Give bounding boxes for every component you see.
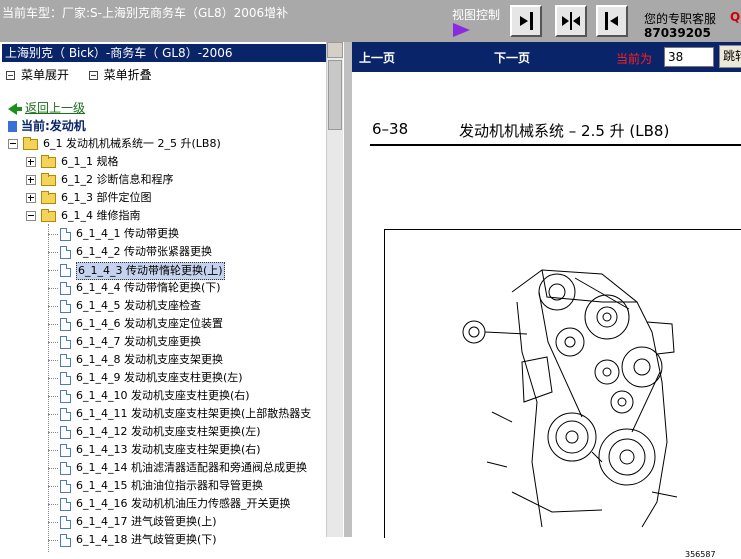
tree-item-label[interactable]: 6_1_4 维修指南 <box>61 208 141 224</box>
page-icon <box>60 498 71 511</box>
figure-number: 356587 <box>685 550 716 559</box>
tree-item-label[interactable]: 6_1_4_12 发动机支座支柱架更换(左) <box>76 424 261 440</box>
tree-item-label[interactable]: 6_1_4_18 进气歧管更换(下) <box>76 532 217 548</box>
folder-icon <box>41 191 56 204</box>
expand-toggle-icon[interactable] <box>26 157 36 167</box>
folder-open-icon <box>23 137 38 150</box>
page-icon <box>60 264 71 277</box>
tree-item-label[interactable]: 6_1_3 部件定位图 <box>61 190 152 206</box>
tree-item-label[interactable]: 6_1_4_13 发动机支座支柱架更换(右) <box>76 442 261 458</box>
support-label: 您的专职客服 <box>644 12 717 26</box>
tree-item-label[interactable]: 6_1_2 诊断信息和程序 <box>61 172 174 188</box>
engine-belt-illustration <box>462 269 678 528</box>
vehicle-label: 当前车型：厂家:S-上海别克商务车（GL8）2006增补 <box>2 6 289 20</box>
support-mark[interactable]: Q <box>730 10 740 24</box>
support-phone: 87039205 <box>644 26 711 40</box>
tree-connector <box>48 224 49 552</box>
tree-item-label[interactable]: 6_1_1 规格 <box>61 154 119 170</box>
collapse-left-button[interactable] <box>596 5 628 37</box>
page-icon <box>60 282 71 295</box>
page-icon <box>60 354 71 367</box>
tree-item-label[interactable]: 6_1_4_15 机油油位指示器和导管更换 <box>76 478 263 494</box>
folder-icon <box>41 155 56 168</box>
collapse-toggle-icon[interactable] <box>26 211 36 221</box>
page-icon <box>60 390 71 403</box>
tree-item-label[interactable]: 6_1_4_8 发动机支座支架更换 <box>76 352 223 368</box>
pane-divider[interactable] <box>344 42 352 537</box>
page-icon <box>60 444 71 457</box>
view-control-arrow-icon[interactable] <box>453 23 470 37</box>
expand-right-icon <box>520 12 533 30</box>
page-icon <box>60 462 71 475</box>
tree-item-label[interactable]: 6_1_4_1 传动带更换 <box>76 226 179 242</box>
tree-item-label[interactable]: 6_1_4_4 传动带惰轮更换(下) <box>76 280 221 296</box>
jump-button[interactable]: 跳转 <box>719 45 741 68</box>
folder-icon <box>41 173 56 186</box>
page-icon <box>60 246 71 259</box>
tree-item-label[interactable]: 6_1_4_6 发动机支座定位装置 <box>76 316 223 332</box>
page-icon <box>60 408 71 421</box>
tree-item-label[interactable]: 6_1_4_7 发动机支座更换 <box>76 334 201 350</box>
page-title: 发动机机械系统 – 2.5 升 (LB8) <box>459 122 670 140</box>
view-control-label: 视图控制 <box>452 8 501 22</box>
page-icon <box>60 516 71 529</box>
page-icon <box>60 318 71 331</box>
page-icon <box>60 336 71 349</box>
next-page-button[interactable]: 下一页 <box>494 49 530 66</box>
folder-open-icon <box>41 209 56 222</box>
page-icon <box>60 372 71 385</box>
scroll-up-button[interactable] <box>327 42 343 58</box>
page-icon <box>60 300 71 313</box>
tree-item-label[interactable]: 6_1_4_2 传动带张紧器更换 <box>76 244 212 260</box>
split-view-button[interactable] <box>555 5 587 37</box>
tree-item-label[interactable]: 6_1_4_17 进气歧管更换(上) <box>76 514 217 530</box>
tree-item-label[interactable]: 6_1_4_5 发动机支座检查 <box>76 298 201 314</box>
page-icon <box>60 480 71 493</box>
page-nav-bar: 上一页 下一页 当前为 跳转 <box>352 42 741 72</box>
split-view-icon <box>562 12 580 30</box>
tree-item-label[interactable]: 6_1_4_10 发动机支座支柱更换(右) <box>76 388 250 404</box>
scroll-thumb[interactable] <box>328 60 342 130</box>
title-rule <box>370 144 741 146</box>
prev-page-button[interactable]: 上一页 <box>359 49 395 66</box>
expand-toggle-icon[interactable] <box>26 193 36 203</box>
tree-item-label[interactable]: 6_1_4_16 发动机机油压力传感器_开关更换 <box>76 496 291 512</box>
expand-toggle-icon[interactable] <box>26 175 36 185</box>
sidebar: 上海别克（ Bick）-商务车（ GL8）-2006 菜单展开 菜单折叠 返回上… <box>0 42 345 552</box>
manual-page: 6–38 发动机机械系统 – 2.5 升 (LB8) 356587 <box>352 72 741 559</box>
page-number: 6–38 <box>372 120 409 138</box>
sidebar-scrollbar[interactable] <box>326 42 343 537</box>
document-viewer: 上一页 下一页 当前为 跳转 6–38 发动机机械系统 – 2.5 升 (LB8… <box>352 42 741 559</box>
tree-item-label[interactable]: 6_1 发动机机械系统一 2_5 升(LB8) <box>43 136 221 152</box>
page-icon <box>60 228 71 241</box>
page-icon <box>60 426 71 439</box>
page-icon <box>60 534 71 547</box>
tree-item-label[interactable]: 6_1_4_9 发动机支座支柱更换(左) <box>76 370 243 386</box>
top-bar: 当前车型：厂家:S-上海别克商务车（GL8）2006增补 视图控制 您的专职客服… <box>0 0 741 42</box>
tree-item-label[interactable]: 6_1_4_14 机油滤清器适配器和旁通阀总成更换 <box>76 460 307 476</box>
expand-right-button[interactable] <box>510 5 542 37</box>
tree-view: 6_1 发动机机械系统一 2_5 升(LB8) 6_1_1 规格 6_1_2 诊断信… <box>0 42 326 552</box>
current-page-label: 当前为 <box>616 52 653 66</box>
page-number-input[interactable] <box>664 47 714 67</box>
collapse-left-icon <box>605 12 618 30</box>
collapse-toggle-icon[interactable] <box>8 139 18 149</box>
tree-item-label-selected[interactable]: 6_1_4_3 传动带惰轮更换(上) <box>76 262 225 280</box>
tree-item-label[interactable]: 6_1_4_11 发动机支座支柱架更换(上部散热器支 <box>76 406 311 422</box>
